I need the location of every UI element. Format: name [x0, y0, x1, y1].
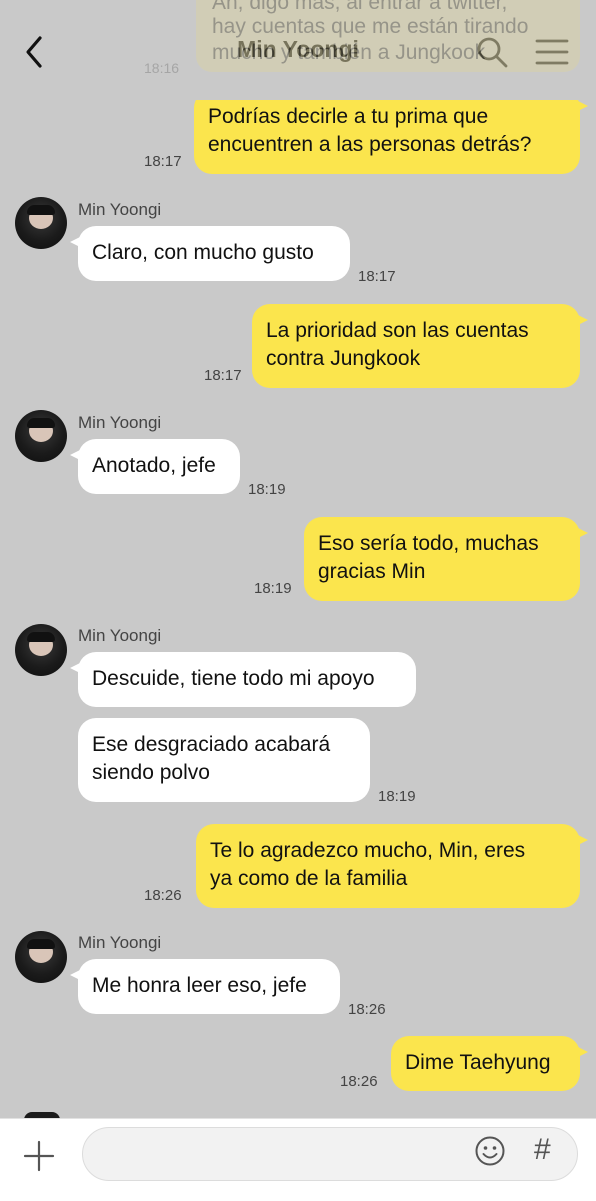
contact-avatar[interactable] — [15, 931, 67, 983]
message-line: ya como de la familia — [210, 867, 408, 890]
contact-avatar[interactable] — [15, 624, 67, 676]
message-line: La prioridad son las cuentas — [266, 319, 529, 342]
received-message-bubble[interactable]: Anotado, jefe — [70, 439, 240, 494]
received-message-bubble[interactable]: Me honra leer eso, jefe — [70, 959, 340, 1014]
message-time: 18:19 — [248, 481, 286, 498]
message-line: gracias Min — [318, 560, 426, 583]
sender-name: Min Yoongi — [78, 413, 162, 432]
message-time: 18:17 — [204, 367, 242, 384]
message-line: siendo polvo — [92, 761, 210, 784]
message-time: 18:17 — [144, 153, 182, 170]
message-time: 18:26 — [348, 1001, 386, 1018]
sent-message-bubble[interactable]: Te lo agradezco mucho, Min, eres ya como… — [196, 824, 588, 908]
message-composer — [0, 1118, 596, 1201]
received-message-bubble[interactable]: Descuide, tiene todo mi apoyo — [70, 652, 416, 707]
message-time: 18:26 — [144, 887, 182, 904]
sent-message-bubble[interactable]: Podrías decirle a tu prima que encuentre… — [194, 90, 588, 174]
message-text: Claro, con mucho gusto — [92, 241, 314, 264]
message-time: 18:19 — [254, 580, 292, 597]
contact-avatar[interactable] — [15, 410, 67, 462]
sender-name: Min Yoongi — [78, 626, 162, 645]
hashtag-icon[interactable]: # — [534, 1133, 551, 1167]
message-line: Podrías decirle a tu prima que — [208, 105, 489, 128]
previous-message-line: hay cuentas que me están tirando — [212, 15, 529, 38]
message-input[interactable] — [101, 1128, 465, 1180]
message-text: Anotado, jefe — [92, 454, 216, 477]
sender-name: Min Yoongi — [78, 933, 162, 952]
sent-message-bubble[interactable]: Dime Taehyung — [391, 1036, 588, 1091]
previous-message-line: mucho y también a Jungkook — [212, 41, 486, 64]
message-line: encuentren a las personas detrás? — [208, 133, 532, 156]
message-text: Descuide, tiene todo mi apoyo — [92, 667, 375, 690]
previous-message-time: 18:16 — [144, 60, 180, 76]
message-line: contra Jungkook — [266, 347, 421, 370]
plus-icon[interactable] — [22, 1139, 56, 1173]
message-line: Te lo agradezco mucho, Min, eres — [210, 839, 526, 862]
message-text: Dime Taehyung — [405, 1051, 551, 1074]
message-time: 18:26 — [340, 1073, 378, 1090]
message-text: Me honra leer eso, jefe — [92, 974, 307, 997]
emoji-icon[interactable] — [474, 1135, 506, 1167]
message-line: Ese desgraciado acabará — [92, 733, 331, 756]
previous-message-bubble: Ah, digo más, al entrar a twitter, hay c… — [196, 0, 580, 72]
sent-message-bubble[interactable]: La prioridad son las cuentas contra Jung… — [252, 304, 588, 388]
message-time: 18:17 — [358, 268, 396, 285]
received-message-bubble[interactable]: Claro, con mucho gusto — [70, 226, 350, 281]
contact-avatar[interactable] — [15, 197, 67, 249]
message-time: 18:19 — [378, 788, 416, 805]
sender-name: Min Yoongi — [78, 200, 162, 219]
message-line: Eso sería todo, muchas — [318, 532, 539, 555]
received-message-bubble[interactable]: Ese desgraciado acabará siendo polvo — [78, 718, 370, 802]
sent-message-bubble[interactable]: Eso sería todo, muchas gracias Min — [304, 517, 588, 601]
